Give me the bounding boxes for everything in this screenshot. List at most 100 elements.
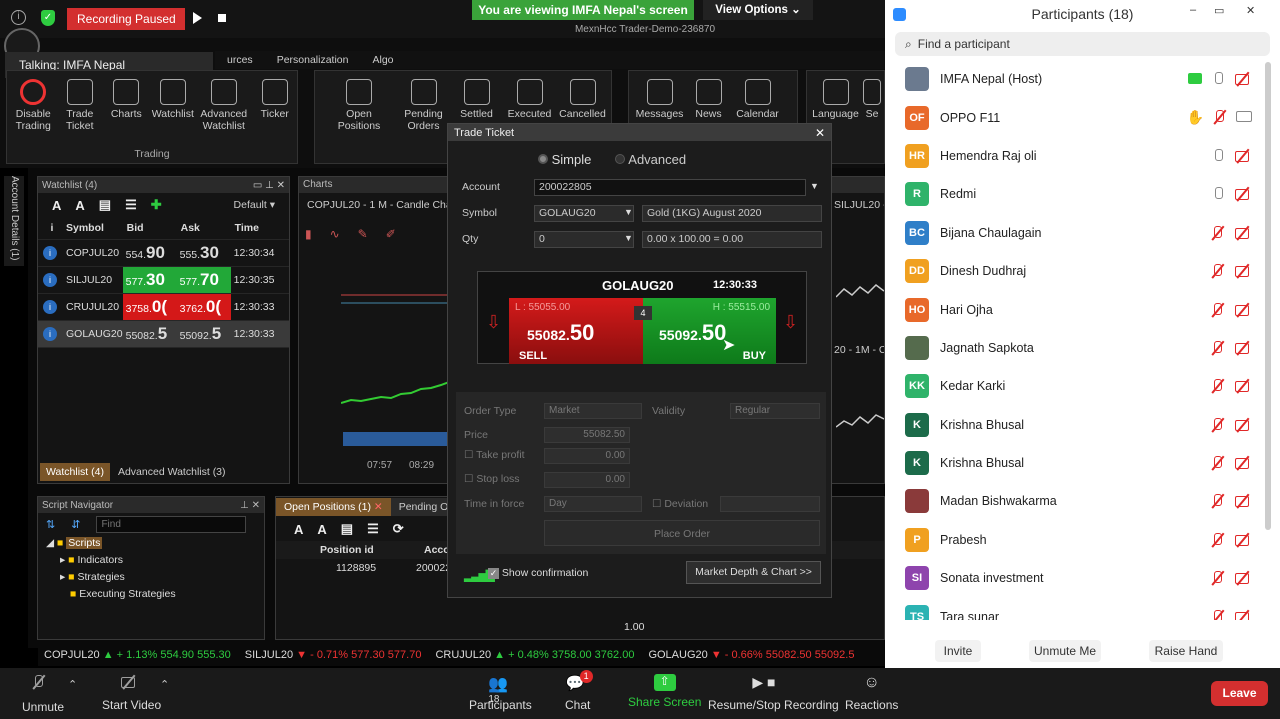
minimize-icon[interactable]: – xyxy=(1190,4,1196,16)
sell-button[interactable]: L : 55055.00 55082.50 SELL xyxy=(509,298,643,364)
open-positions-button[interactable]: Open Positions xyxy=(325,79,393,132)
menu-algo[interactable]: Algo xyxy=(372,54,393,66)
tab-open-positions[interactable]: Open Positions (1) ✕ xyxy=(276,498,391,516)
trade-ticket-button[interactable]: Trade Ticket xyxy=(58,79,103,132)
info-icon[interactable]: i xyxy=(11,10,26,25)
raise-hand-button[interactable]: Raise Hand xyxy=(1149,640,1223,662)
executed-button[interactable]: Executed xyxy=(507,79,552,120)
mic-muted-icon[interactable] xyxy=(1210,417,1226,433)
reactions-button[interactable]: ☺ Reactions xyxy=(845,674,898,712)
advanced-watchlist-button[interactable]: Advanced Watchlist xyxy=(197,79,250,132)
language-button[interactable]: Language xyxy=(812,79,859,120)
col-time[interactable]: Time xyxy=(230,217,289,240)
tab-advanced-watchlist[interactable]: Advanced Watchlist (3) xyxy=(112,463,232,481)
video-off-icon[interactable] xyxy=(1234,532,1252,548)
col-ask[interactable]: Ask xyxy=(176,217,231,240)
view-options-button[interactable]: View Options ⌄ xyxy=(703,0,813,20)
participant-row[interactable]: K Krishna Bhusal xyxy=(885,406,1280,444)
sort-icon[interactable]: ⇅ xyxy=(46,518,55,531)
start-video-button[interactable]: Start Video xyxy=(102,674,161,712)
table-row[interactable]: i GOLAUG20 55082.5 55092.5 12:30:33 xyxy=(38,320,289,348)
price-input[interactable]: 55082.50 xyxy=(544,427,630,443)
close-icon[interactable]: ✕ xyxy=(815,126,825,140)
recording-button[interactable]: ▶ ■ Resume/Stop Recording xyxy=(708,674,839,712)
video-off-icon[interactable] xyxy=(1234,71,1252,87)
bid-cell[interactable]: 554.90 xyxy=(122,239,177,267)
stop-recording-icon[interactable] xyxy=(218,14,226,22)
menu-personalization[interactable]: Personalization xyxy=(277,54,349,66)
participant-row[interactable]: HR Hemendra Raj oli xyxy=(885,137,1280,175)
participant-row[interactable]: SI Sonata investment xyxy=(885,559,1280,597)
share-screen-button[interactable]: ⇧ Share Screen xyxy=(628,674,701,709)
mic-muted-icon[interactable] xyxy=(1210,570,1226,586)
col-position-id[interactable]: Position id xyxy=(320,544,424,556)
participant-row[interactable]: TS Tara sunar xyxy=(885,597,1280,620)
chevron-up-icon[interactable]: ⌃ xyxy=(160,678,169,691)
tree-indicators[interactable]: ▸ ■ Indicators xyxy=(46,552,264,569)
col-bid[interactable]: Bid xyxy=(122,217,177,240)
info-icon[interactable]: i xyxy=(38,266,62,294)
col-symbol[interactable]: Symbol xyxy=(62,217,123,240)
ticker-button[interactable]: Ticker xyxy=(252,79,297,120)
account-select[interactable]: 200022805 xyxy=(534,179,806,196)
mic-icon[interactable] xyxy=(1210,148,1226,164)
pending-orders-button[interactable]: Pending Orders xyxy=(401,79,446,132)
unmute-me-button[interactable]: Unmute Me xyxy=(1029,640,1101,662)
settled-button[interactable]: Settled xyxy=(454,79,499,120)
font-decrease-icon[interactable]: A xyxy=(75,198,84,213)
mode-simple-radio[interactable]: Simple xyxy=(538,152,591,167)
video-off-icon[interactable] xyxy=(1234,378,1252,394)
video-off-icon[interactable] xyxy=(1234,609,1252,620)
menu-resources[interactable]: urces xyxy=(227,54,253,66)
mic-muted-icon[interactable] xyxy=(1210,455,1226,471)
participant-row[interactable]: R Redmi xyxy=(885,175,1280,213)
participant-row[interactable]: DD Dinesh Dudhraj xyxy=(885,252,1280,290)
settings-button[interactable]: Se xyxy=(862,79,882,120)
tab-watchlist[interactable]: Watchlist (4) xyxy=(40,463,110,481)
video-off-icon[interactable] xyxy=(1234,340,1252,356)
candle-icon[interactable]: ▮ xyxy=(305,227,312,241)
show-confirmation-checkbox[interactable]: ✓ Show confirmation xyxy=(488,567,588,579)
tree-strategies[interactable]: ▸ ■ Strategies xyxy=(46,569,264,586)
mic-muted-icon[interactable] xyxy=(1210,340,1226,356)
print-icon[interactable]: ▤ xyxy=(341,521,353,537)
chevron-down-icon[interactable]: ▼ xyxy=(810,181,819,191)
take-profit-checkbox[interactable]: ☐ Take profit xyxy=(464,449,525,461)
bid-cell[interactable]: 3758.0( xyxy=(122,293,177,321)
participant-row[interactable]: OF OPPO F11 ✋ xyxy=(885,98,1280,136)
participant-row[interactable]: KK Kedar Karki xyxy=(885,367,1280,405)
disable-trading-button[interactable]: Disable Trading xyxy=(11,79,56,132)
font-decrease-icon[interactable]: A xyxy=(317,522,326,537)
tree-executing[interactable]: ■ Executing Strategies xyxy=(46,586,264,603)
print-icon[interactable]: ▤ xyxy=(99,197,111,213)
info-icon[interactable]: i xyxy=(38,320,62,348)
video-off-icon[interactable] xyxy=(1234,225,1252,241)
font-increase-icon[interactable]: A xyxy=(294,522,303,537)
draw-icon[interactable]: ✎ xyxy=(358,227,368,241)
scrollbar[interactable] xyxy=(1265,62,1271,530)
table-row[interactable]: i SILJUL20 577.30 577.70 12:30:35 xyxy=(38,266,289,294)
invite-button[interactable]: Invite xyxy=(935,640,981,662)
add-symbol-icon[interactable]: ✚ xyxy=(151,197,162,213)
watchlist-profile-select[interactable]: Default ▾ xyxy=(234,199,275,211)
maximize-icon[interactable]: ▭ xyxy=(1214,4,1224,17)
resume-recording-icon[interactable] xyxy=(193,12,202,24)
video-off-icon[interactable] xyxy=(1234,148,1252,164)
chevron-down-icon[interactable]: ▼ xyxy=(624,233,633,243)
video-icon[interactable] xyxy=(1236,111,1252,123)
mic-muted-icon[interactable] xyxy=(1210,302,1226,318)
columns-icon[interactable]: ☰ xyxy=(367,521,379,537)
messages-button[interactable]: Messages xyxy=(636,79,683,120)
video-off-icon[interactable] xyxy=(1234,570,1252,586)
calendar-button[interactable]: Calendar xyxy=(735,79,780,120)
video-off-icon[interactable] xyxy=(1234,417,1252,433)
table-row[interactable]: i COPJUL20 554.90 555.30 12:30:34 xyxy=(38,239,289,267)
video-off-icon[interactable] xyxy=(1234,302,1252,318)
mic-muted-icon[interactable] xyxy=(1210,609,1226,620)
ask-cell[interactable]: 555.30 xyxy=(176,239,231,267)
info-icon[interactable]: i xyxy=(38,293,62,321)
deviation-input[interactable] xyxy=(720,496,820,512)
filter-icon[interactable]: ⇵ xyxy=(71,518,80,531)
mic-icon[interactable] xyxy=(1210,71,1226,87)
line-icon[interactable]: ∿ xyxy=(330,227,340,241)
